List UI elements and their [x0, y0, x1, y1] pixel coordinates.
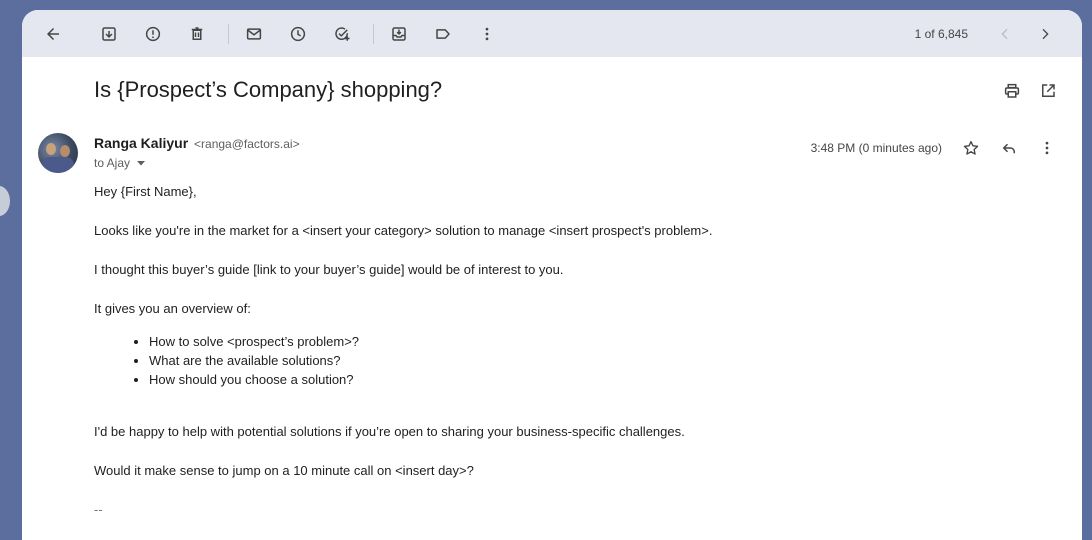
reply-icon — [1002, 143, 1015, 154]
message-header: Ranga Kaliyur <ranga@factors.ai> to Ajay… — [22, 125, 1082, 175]
label-icon — [436, 28, 450, 39]
pager: 1 of 6,845 — [915, 17, 1062, 51]
list-item: What are the available solutions? — [149, 351, 994, 370]
more-options-button[interactable] — [470, 17, 504, 51]
recipient-label: to Ajay — [94, 156, 131, 170]
sender-avatar[interactable] — [38, 133, 78, 173]
more-vert-icon — [1045, 141, 1049, 155]
subject-row: Is {Prospect’s Company} shopping? — [22, 57, 1082, 125]
email-subject: Is {Prospect’s Company} shopping? — [94, 77, 443, 102]
back-arrow-icon — [47, 27, 59, 40]
reply-button[interactable] — [990, 135, 1028, 161]
open-in-new-icon — [1042, 84, 1055, 97]
bullet-list: How to solve <prospect’s problem>? What … — [149, 332, 994, 389]
avatar-shape — [60, 145, 70, 157]
body-paragraph: It gives you an overview of: — [94, 301, 251, 316]
open-in-new-window-button[interactable] — [1030, 79, 1066, 103]
body-paragraph: I thought this buyer’s guide [link to yo… — [94, 262, 564, 277]
star-button[interactable] — [952, 135, 990, 161]
body-paragraph: Would it make sense to jump on a 10 minu… — [94, 463, 474, 478]
recipients-details[interactable]: to Ajay — [94, 156, 146, 170]
mark-unread-button[interactable] — [237, 17, 271, 51]
list-item: How to solve <prospect’s problem>? — [149, 332, 994, 351]
body-paragraph: Looks like you're in the market for a <i… — [94, 223, 713, 238]
avatar-shape — [42, 157, 74, 173]
toolbar-divider — [373, 23, 374, 44]
message-meta: 3:48 PM (0 minutes ago) — [811, 135, 1066, 161]
move-to-button[interactable] — [382, 17, 416, 51]
next-email-button[interactable] — [1028, 17, 1062, 51]
email-window: 1 of 6,845 Is {Prospect’s Company} shopp… — [22, 10, 1082, 540]
more-vert-icon — [485, 27, 489, 40]
toolbar: 1 of 6,845 — [22, 10, 1082, 57]
toolbar-divider — [228, 23, 229, 44]
message-timestamp: 3:48 PM (0 minutes ago) — [810, 141, 942, 155]
sender-name[interactable]: Ranga Kaliyur — [94, 135, 188, 151]
add-task-button[interactable] — [325, 17, 359, 51]
email-body: Hey {First Name}, Looks like you're in t… — [94, 182, 994, 539]
list-item: How should you choose a solution? — [149, 370, 994, 389]
subject-actions — [994, 79, 1066, 103]
add-task-icon — [335, 26, 350, 41]
previous-email-button[interactable] — [988, 17, 1022, 51]
label-button[interactable] — [426, 17, 460, 51]
avatar-shape — [46, 143, 56, 155]
star-icon — [963, 140, 979, 155]
move-to-icon — [392, 26, 406, 41]
body-paragraph: I'd be happy to help with potential solu… — [94, 424, 685, 439]
report-spam-icon — [145, 26, 161, 41]
pager-count: 1 of 6,845 — [914, 26, 968, 41]
sender-info: Ranga Kaliyur <ranga@factors.ai> — [94, 135, 300, 151]
print-button[interactable] — [994, 79, 1030, 103]
caret-down-icon — [137, 161, 146, 166]
sender-email: <ranga@factors.ai> — [194, 137, 300, 151]
mark-unread-icon — [246, 27, 262, 40]
delete-icon — [191, 26, 203, 40]
chevron-left-icon — [1001, 28, 1008, 39]
message-more-button[interactable] — [1028, 135, 1066, 161]
background-element — [0, 186, 10, 216]
archive-icon — [102, 26, 116, 41]
chevron-right-icon — [1042, 28, 1049, 39]
print-icon — [1004, 83, 1020, 98]
greeting: Hey {First Name}, — [94, 184, 197, 199]
signature-separator: -- — [94, 502, 103, 517]
back-button[interactable] — [36, 17, 70, 51]
report-spam-button[interactable] — [136, 17, 170, 51]
snooze-icon — [290, 26, 306, 41]
snooze-button[interactable] — [281, 17, 315, 51]
delete-button[interactable] — [180, 17, 214, 51]
archive-button[interactable] — [92, 17, 126, 51]
